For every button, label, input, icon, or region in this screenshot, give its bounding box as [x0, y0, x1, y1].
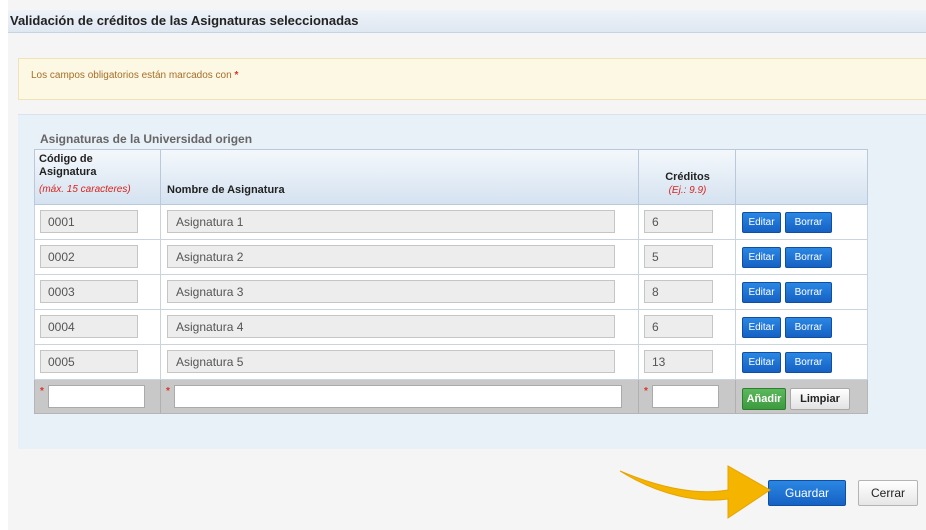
code-field[interactable]: 0003: [40, 280, 138, 303]
required-mark: *: [40, 386, 44, 397]
close-button[interactable]: Cerrar: [858, 480, 918, 506]
page: Validación de créditos de las Asignatura…: [8, 0, 926, 530]
credits-field[interactable]: 6: [644, 210, 713, 233]
new-name-input[interactable]: [174, 385, 622, 408]
code-field[interactable]: 0005: [40, 350, 138, 373]
header-credits-hint: (Ej.: 9.9): [668, 185, 707, 196]
edit-button[interactable]: Editar: [742, 317, 781, 338]
credits-field[interactable]: 8: [644, 280, 713, 303]
add-button[interactable]: Añadir: [742, 388, 786, 410]
header-code: Código de Asignatura (máx. 15 caracteres…: [35, 150, 161, 204]
page-title: Validación de créditos de las Asignatura…: [10, 13, 359, 28]
code-field[interactable]: 0002: [40, 245, 138, 268]
header-name-label: Nombre de Asignatura: [167, 184, 285, 196]
edit-button[interactable]: Editar: [742, 282, 781, 303]
table-row: 0002 Asignatura 2 5 Editar Borrar: [34, 240, 868, 275]
header-name: Nombre de Asignatura: [161, 150, 639, 204]
new-subject-row: * * * Añadir Limpiar: [34, 380, 868, 414]
table-header: Código de Asignatura (máx. 15 caracteres…: [34, 149, 868, 205]
credits-field[interactable]: 5: [644, 245, 713, 268]
table-row: 0001 Asignatura 1 6 Editar Borrar: [34, 205, 868, 240]
table-row: 0003 Asignatura 3 8 Editar Borrar: [34, 275, 868, 310]
name-field[interactable]: Asignatura 2: [167, 245, 615, 268]
edit-button[interactable]: Editar: [742, 212, 781, 233]
delete-button[interactable]: Borrar: [785, 282, 832, 303]
required-fields-notice: Los campos obligatorios están marcados c…: [18, 58, 926, 100]
required-mark: *: [234, 70, 239, 81]
header-actions: [736, 150, 867, 204]
name-field[interactable]: Asignatura 3: [167, 280, 615, 303]
code-field[interactable]: 0004: [40, 315, 138, 338]
header-credits-label: Créditos: [665, 171, 710, 183]
section-label: Asignaturas de la Universidad origen: [40, 132, 253, 146]
delete-button[interactable]: Borrar: [785, 352, 832, 373]
save-button[interactable]: Guardar: [768, 480, 846, 506]
table-row: 0005 Asignatura 5 13 Editar Borrar: [34, 345, 868, 380]
required-mark: *: [644, 386, 648, 397]
header-credits: Créditos (Ej.: 9.9): [639, 150, 736, 204]
delete-button[interactable]: Borrar: [785, 247, 832, 268]
title-bar: Validación de créditos de las Asignatura…: [8, 10, 926, 33]
name-field[interactable]: Asignatura 4: [167, 315, 615, 338]
credits-field[interactable]: 6: [644, 315, 713, 338]
table-row: 0004 Asignatura 4 6 Editar Borrar: [34, 310, 868, 345]
new-code-input[interactable]: [48, 385, 145, 408]
header-code-hint: (máx. 15 caracteres): [39, 184, 131, 195]
clear-button[interactable]: Limpiar: [790, 388, 850, 410]
new-credits-input[interactable]: [652, 385, 719, 408]
delete-button[interactable]: Borrar: [785, 212, 832, 233]
subjects-table: Código de Asignatura (máx. 15 caracteres…: [34, 149, 868, 414]
delete-button[interactable]: Borrar: [785, 317, 832, 338]
name-field[interactable]: Asignatura 1: [167, 210, 615, 233]
required-mark: *: [166, 386, 170, 397]
edit-button[interactable]: Editar: [742, 352, 781, 373]
name-field[interactable]: Asignatura 5: [167, 350, 615, 373]
header-code-label: Código de Asignatura: [39, 153, 97, 178]
subjects-panel: Asignaturas de la Universidad origen Cód…: [18, 114, 926, 449]
edit-button[interactable]: Editar: [742, 247, 781, 268]
notice-text: Los campos obligatorios están marcados c…: [31, 70, 235, 81]
credits-field[interactable]: 13: [644, 350, 713, 373]
code-field[interactable]: 0001: [40, 210, 138, 233]
